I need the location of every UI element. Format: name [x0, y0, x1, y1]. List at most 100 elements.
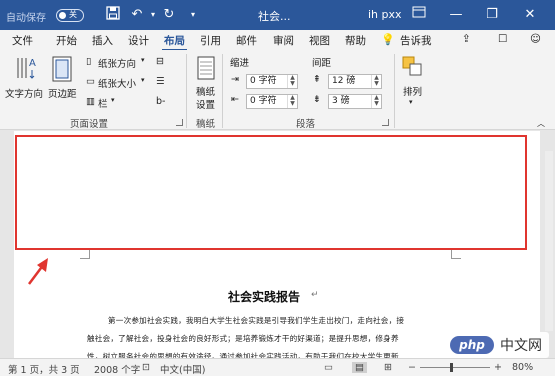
text-direction-icon[interactable]: A — [14, 54, 38, 85]
minimize-button[interactable]: — — [444, 4, 468, 26]
web-layout-icon[interactable]: ⊞ — [384, 362, 392, 373]
paragraph-launcher-icon[interactable] — [382, 119, 389, 126]
language[interactable]: 中文(中国) — [160, 362, 205, 376]
ribbon: A 文字方向 页边距 ▯ 纸张方向 ▾ ▭ 纸张大小 ▾ ▥ 栏 ▾ ⊟ ☰ b… — [0, 50, 555, 130]
tab-references[interactable]: 引用 — [200, 33, 221, 48]
size-icon[interactable]: ▭ — [86, 76, 95, 87]
margins-icon[interactable] — [52, 56, 72, 85]
autosave-toggle[interactable]: 关 — [56, 9, 84, 22]
separator — [222, 54, 223, 128]
zoom-in-icon[interactable]: + — [494, 362, 502, 373]
orientation-label[interactable]: 纸张方向 — [98, 56, 136, 70]
document-title-heading: 社会实践报告 — [228, 290, 301, 304]
document-title: 社会... — [258, 10, 291, 23]
spinner-icon[interactable]: ▲ ▼ — [287, 95, 297, 108]
body-line-1: 第一次参加社会实践，我明白大学生社会实践是引导我们学生走出校门，走向社会，接 — [108, 316, 405, 325]
hyphenation-icon[interactable]: b‑ — [156, 96, 165, 107]
indent-right-input[interactable]: 0 字符 ▲ ▼ — [246, 94, 298, 109]
vertical-scrollbar[interactable] — [545, 151, 553, 331]
page-setup-launcher-icon[interactable] — [176, 119, 183, 126]
menu-bar: 文件 开始 插入 设计 布局 引用 邮件 审阅 视图 帮助 💡 告诉我 ⇪ ☐ … — [0, 30, 555, 51]
spacing-after-value: 3 磅 — [332, 96, 350, 106]
ribbon-display-icon[interactable] — [410, 6, 428, 24]
size-dropdown-icon[interactable]: ▾ — [141, 76, 145, 84]
header-area-highlight — [15, 135, 527, 250]
restore-button[interactable]: ❐ — [480, 4, 504, 26]
crop-mark — [80, 249, 90, 259]
text-direction-label[interactable]: 文字方向 — [5, 86, 43, 100]
page-count[interactable]: 第 1 页，共 3 页 — [8, 362, 80, 376]
orientation-icon[interactable]: ▯ — [86, 56, 91, 67]
lightbulb-icon[interactable]: 💡 — [381, 33, 395, 46]
tab-home[interactable]: 开始 — [56, 33, 77, 48]
zoom-slider[interactable] — [420, 367, 490, 368]
draft-paper-label-1[interactable]: 稿纸 — [196, 84, 215, 98]
read-mode-icon[interactable]: ▭ — [324, 362, 333, 373]
autosave-label: 自动保存 — [6, 13, 46, 24]
orientation-dropdown-icon[interactable]: ▾ — [141, 56, 145, 64]
svg-text:A: A — [29, 58, 36, 69]
tab-view[interactable]: 视图 — [309, 33, 330, 48]
watermark: php 中文网 — [446, 332, 549, 358]
crop-mark — [451, 249, 461, 259]
title-bar: 自动保存 关 ↶ ▾ ↻ ▾ 社会... ih pxx — ❐ ✕ — [0, 0, 555, 30]
word-count[interactable]: 2008 个字 — [94, 362, 140, 376]
columns-label[interactable]: 栏 — [98, 96, 108, 110]
tab-mailings[interactable]: 邮件 — [236, 33, 257, 48]
spacing-after-icon: ⇟ — [313, 94, 321, 105]
columns-dropdown-icon[interactable]: ▾ — [111, 96, 115, 104]
size-label[interactable]: 纸张大小 — [98, 76, 136, 90]
spacing-after-input[interactable]: 3 磅 ▲ ▼ — [328, 94, 382, 109]
arrange-icon[interactable] — [402, 56, 422, 79]
close-button[interactable]: ✕ — [518, 4, 542, 26]
arrange-dropdown-icon[interactable]: ▾ — [409, 98, 413, 106]
spinner-icon[interactable]: ▲ ▼ — [371, 95, 381, 108]
arrange-label[interactable]: 排列 — [403, 84, 422, 98]
breaks-icon[interactable]: ⊟ — [156, 56, 164, 67]
tab-file[interactable]: 文件 — [12, 33, 33, 48]
paragraph-mark-icon: ↵ — [311, 290, 319, 300]
columns-icon[interactable]: ▥ — [86, 96, 95, 107]
zoom-slider-thumb[interactable] — [450, 363, 453, 372]
page-setup-group-label: 页面设置 — [70, 119, 109, 130]
user-name[interactable]: ih pxx — [368, 8, 402, 21]
indent-left-input[interactable]: 0 字符 ▲ ▼ — [246, 74, 298, 89]
draft-paper-icon[interactable] — [197, 56, 215, 83]
tab-insert[interactable]: 插入 — [92, 33, 113, 48]
draft-group-label: 稿纸 — [196, 119, 216, 130]
draft-paper-label-2[interactable]: 设置 — [196, 97, 215, 111]
indent-label: 缩进 — [230, 58, 250, 69]
spacing-before-input[interactable]: 12 磅 ▲ ▼ — [328, 74, 382, 89]
smiley-icon[interactable]: ☺ — [530, 33, 541, 45]
spinner-icon[interactable]: ▲ ▼ — [287, 75, 297, 88]
tab-layout[interactable]: 布局 — [162, 33, 187, 51]
zoom-level[interactable]: 80% — [512, 362, 533, 373]
body-line-2: 触社会，了解社会，投身社会的良好形式；是培养锻炼才干的好渠道；是提升思想，修身养 — [87, 334, 399, 343]
php-logo: php — [450, 336, 494, 354]
comments-icon[interactable]: ☐ — [498, 33, 507, 45]
margins-label[interactable]: 页边距 — [48, 86, 77, 100]
tab-design[interactable]: 设计 — [128, 33, 149, 48]
save-icon[interactable] — [104, 6, 122, 24]
indent-right-value: 0 字符 — [250, 96, 277, 106]
status-bar: 第 1 页，共 3 页 2008 个字 ⊡ 中文(中国) ▭ ▤ ⊞ − + 8… — [0, 358, 555, 376]
separator — [186, 54, 187, 128]
indent-left-value: 0 字符 — [250, 76, 277, 86]
print-layout-icon[interactable]: ▤ — [352, 362, 367, 373]
spinner-icon[interactable]: ▲ ▼ — [371, 75, 381, 88]
customize-toolbar-icon[interactable]: ▾ — [184, 6, 202, 24]
autosave-state: 关 — [69, 10, 77, 19]
collapse-ribbon-icon[interactable]: ︿ — [537, 118, 545, 129]
indent-right-icon: ⇤ — [231, 94, 239, 105]
spacing-label: 间距 — [312, 58, 332, 69]
tab-help[interactable]: 帮助 — [345, 33, 366, 48]
tab-review[interactable]: 审阅 — [273, 33, 294, 48]
proofing-icon[interactable]: ⊡ — [142, 362, 150, 373]
line-numbers-icon[interactable]: ☰ — [156, 76, 165, 87]
redo-icon[interactable]: ↻ — [160, 6, 178, 24]
tell-me-box[interactable]: 告诉我 — [400, 33, 432, 48]
separator — [394, 54, 395, 128]
share-icon[interactable]: ⇪ — [462, 33, 471, 45]
zoom-out-icon[interactable]: − — [408, 362, 416, 373]
indent-left-icon: ⇥ — [231, 74, 239, 85]
